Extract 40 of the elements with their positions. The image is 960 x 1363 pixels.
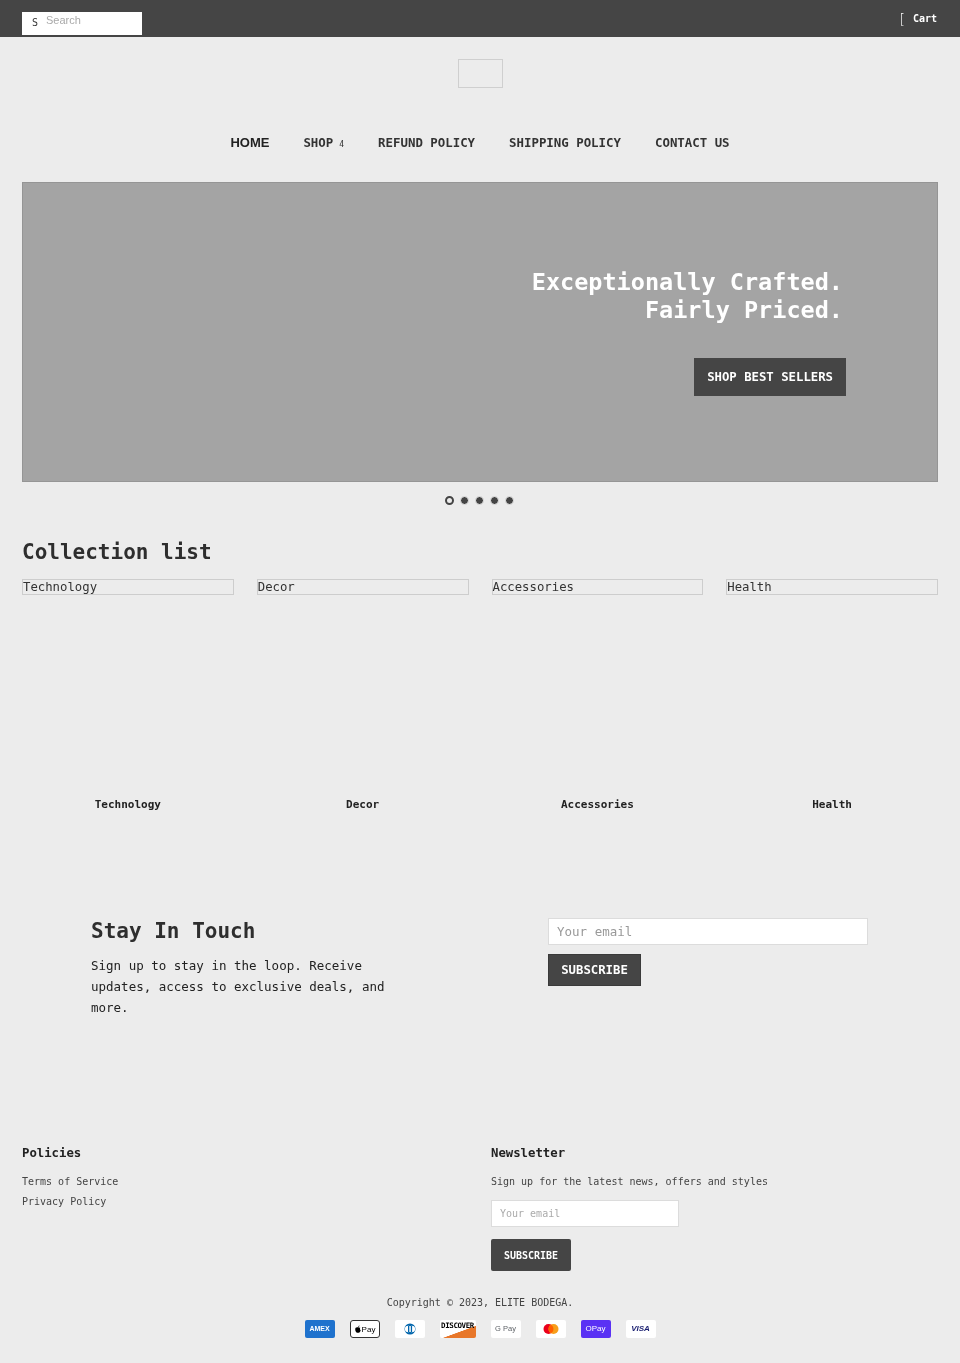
payment-logo: VISA — [625, 1320, 656, 1338]
section-heading: Stay In Touch — [91, 918, 256, 944]
subscribe-button[interactable]: SUBSCRIBE — [548, 954, 641, 986]
copyright-text: Copyright © 2023, ELITE BODEGA. — [386, 1296, 574, 1310]
subscribe-button[interactable]: SUBSCRIBE — [491, 1239, 571, 1271]
footer-text: Sign up for the latest news, offers and styles — [491, 1175, 768, 1189]
collection-title[interactable]: Health — [812, 798, 852, 812]
footer-link[interactable]: Terms of Service — [22, 1175, 119, 1189]
footer-link[interactable]: Privacy Policy — [22, 1195, 107, 1209]
overlapping-circles-icon — [535, 1320, 566, 1338]
nav-link[interactable]: SHIPPING POLICY — [509, 135, 621, 151]
shop-button[interactable]: SHOP BEST SELLERS — [694, 358, 846, 396]
nav-link[interactable]: REFUND POLICY — [378, 135, 476, 151]
nav-link[interactable]: HOME — [230, 135, 270, 151]
footer-heading: Policies — [22, 1145, 82, 1161]
caret-icon: 4 — [339, 140, 345, 150]
hero-heading: Exceptionally Crafted. Fairly Priced. — [531, 268, 843, 324]
collection-image[interactable]: Health — [726, 579, 938, 595]
collection-title[interactable]: Technology — [94, 798, 161, 812]
search-icon: S — [32, 18, 39, 28]
nav-label[interactable]: SHOP — [303, 135, 334, 151]
collection-image[interactable]: Accessories — [491, 579, 704, 595]
email-field[interactable]: Your email — [548, 918, 868, 945]
nav-link[interactable]: SHOP 4 — [303, 135, 345, 151]
email-field[interactable]: Your email — [491, 1200, 679, 1227]
collection-image[interactable]: Technology — [22, 579, 234, 595]
cart-label[interactable]: Cart — [912, 12, 937, 25]
cart-icon: [ — [899, 10, 905, 27]
section-heading: Collection list — [22, 539, 212, 565]
card-logo-icon — [394, 1320, 425, 1338]
apple-icon — [353, 1325, 361, 1333]
nav-link[interactable]: CONTACT US — [654, 135, 730, 151]
section-text: Sign up to stay in the loop. Receive updates, access to exclusive deals, and more. — [91, 957, 386, 1017]
collection-title[interactable]: Accessories — [560, 798, 634, 812]
payment-logo: OPay — [580, 1320, 611, 1338]
payment-label: Pay — [361, 1324, 376, 1334]
footer-heading: Newsletter — [491, 1145, 566, 1161]
collection-title[interactable]: Decor — [346, 798, 380, 812]
cart-link[interactable]: [ Cart — [899, 10, 937, 27]
collection-image[interactable]: Decor — [256, 579, 469, 595]
